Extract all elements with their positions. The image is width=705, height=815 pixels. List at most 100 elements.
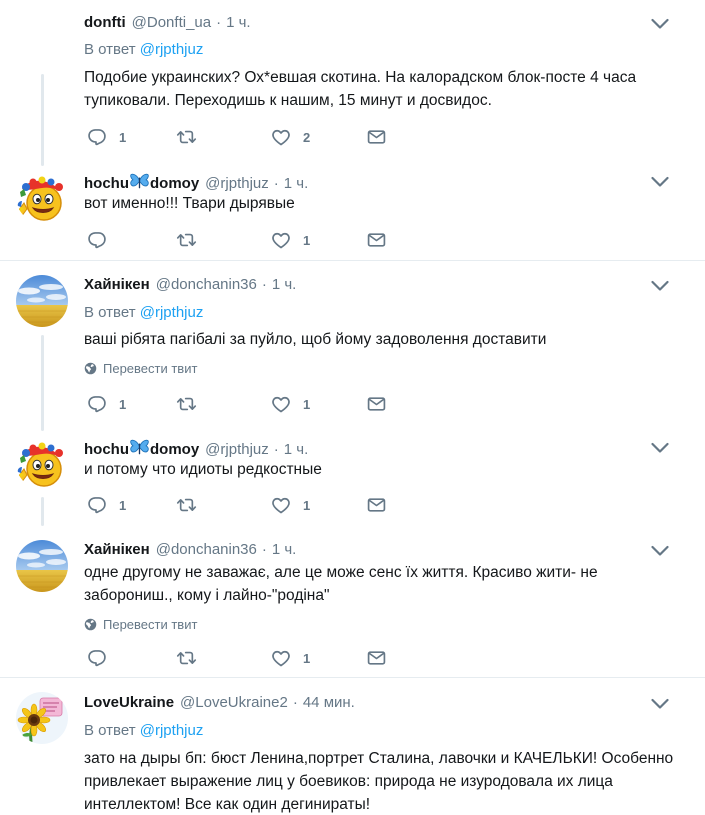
dm-button[interactable]: [366, 127, 387, 147]
fullname[interactable]: Хайнікен: [84, 276, 150, 293]
fullname[interactable]: Хайнікен: [84, 541, 150, 558]
timestamp[interactable]: 44 мин.: [303, 694, 355, 711]
username[interactable]: @LoveUkraine2: [180, 694, 288, 711]
reply-to-label: В ответ: [84, 41, 136, 58]
avatar[interactable]: [16, 540, 68, 592]
tweet-text: зато на дыры бп: бюст Ленина,портрет Ста…: [84, 750, 674, 813]
envelope-icon: [366, 127, 387, 147]
fullname[interactable]: LoveUkraine: [84, 694, 174, 711]
tweet[interactable]: donfti @Donfti_ua · 1 ч. В ответ @rjpthj…: [0, 0, 705, 166]
username[interactable]: @rjpthjuz: [205, 175, 269, 192]
avatar[interactable]: [16, 437, 68, 489]
fullname-part: hochu: [84, 175, 129, 192]
username[interactable]: @donchanin36: [156, 541, 257, 558]
translate-label: Перевести твит: [103, 361, 198, 376]
dm-button[interactable]: [366, 495, 387, 515]
separator-dot: ·: [273, 441, 279, 458]
timestamp[interactable]: 1 ч.: [272, 276, 297, 293]
like-button[interactable]: 1: [271, 495, 310, 515]
chevron-down-icon[interactable]: [651, 441, 669, 455]
chevron-down-icon[interactable]: [651, 175, 669, 189]
tweet-text: и потому что идиоты редкостные: [84, 461, 322, 478]
chevron-down-icon[interactable]: [651, 279, 669, 293]
reply-to-handle[interactable]: @rjpthjuz: [140, 41, 204, 58]
reply-to-handle[interactable]: @rjpthjuz: [140, 722, 204, 739]
separator-dot: ·: [261, 276, 267, 293]
retweet-button[interactable]: [176, 394, 197, 414]
reply-icon: [87, 495, 107, 515]
fullname[interactable]: hochu domoy: [84, 172, 199, 192]
tweet-header: donfti @Donfti_ua · 1 ч.: [84, 14, 251, 31]
timestamp[interactable]: 1 ч.: [272, 541, 297, 558]
like-count: 1: [303, 650, 311, 666]
avatar[interactable]: [16, 171, 68, 223]
retweet-button[interactable]: [176, 495, 197, 515]
chevron-down-icon[interactable]: [651, 544, 669, 558]
retweet-icon: [176, 127, 197, 147]
envelope-icon: [366, 495, 387, 515]
like-count: 1: [303, 497, 311, 513]
username[interactable]: @donchanin36: [156, 276, 257, 293]
tweet-text: одне другому не заважає, але це може сен…: [84, 564, 598, 604]
like-count: 1: [303, 232, 311, 248]
like-button[interactable]: 2: [271, 127, 310, 147]
retweet-button[interactable]: [176, 648, 197, 668]
fullname[interactable]: hochu domoy: [84, 438, 199, 458]
reply-button[interactable]: 1: [87, 394, 126, 414]
timestamp[interactable]: 1 ч.: [226, 14, 251, 31]
tweet-text: Подобие украинских? Ох*евшая скотина. На…: [84, 69, 637, 109]
retweet-button[interactable]: [176, 230, 197, 250]
chevron-down-icon[interactable]: [651, 697, 669, 711]
fullname[interactable]: donfti: [84, 14, 126, 31]
tweet[interactable]: Хайнікен @donchanin36 · 1 ч. одне другом…: [0, 526, 705, 677]
reply-to-handle[interactable]: @rjpthjuz: [140, 304, 204, 321]
tweet[interactable]: hochu domoy @rjpthjuz · 1 ч. и потому что…: [0, 431, 705, 526]
dm-button[interactable]: [366, 230, 387, 250]
reply-icon: [87, 648, 107, 668]
separator-dot: ·: [273, 175, 279, 192]
timestamp[interactable]: 1 ч.: [284, 441, 309, 458]
tweet[interactable]: LoveUkraine @LoveUkraine2 · 44 мин. В от…: [0, 678, 705, 815]
separator-dot: ·: [292, 694, 298, 711]
avatar[interactable]: [16, 275, 68, 327]
envelope-icon: [366, 230, 387, 250]
tweet-header: Хайнікен @donchanin36 · 1 ч.: [84, 541, 296, 558]
globe-icon: [84, 362, 97, 375]
dm-button[interactable]: [366, 394, 387, 414]
avatar[interactable]: [16, 692, 68, 744]
translate-link[interactable]: Перевести твит: [84, 361, 197, 376]
reply-to-line: В ответ @rjpthjuz: [84, 304, 203, 321]
like-button[interactable]: 1: [271, 230, 310, 250]
reply-count: 1: [119, 497, 127, 513]
retweet-button[interactable]: [176, 127, 197, 147]
reply-to-line: В ответ @rjpthjuz: [84, 41, 203, 58]
fullname-part: domoy: [150, 441, 200, 458]
heart-icon: [271, 648, 291, 668]
timestamp[interactable]: 1 ч.: [284, 175, 309, 192]
like-button[interactable]: 1: [271, 648, 310, 668]
retweet-icon: [176, 230, 197, 250]
retweet-icon: [176, 648, 197, 668]
tweet[interactable]: Хайнікен @donchanin36 · 1 ч. В ответ @rj…: [0, 261, 705, 431]
reply-button[interactable]: 1: [87, 127, 126, 147]
reply-to-label: В ответ: [84, 304, 136, 321]
like-button[interactable]: 1: [271, 394, 310, 414]
reply-button[interactable]: [87, 230, 107, 250]
tweet[interactable]: hochu domoy @rjpthjuz · 1 ч. вот именно!!…: [0, 165, 705, 260]
username[interactable]: @rjpthjuz: [205, 441, 269, 458]
butterfly-icon: [130, 438, 149, 457]
retweet-icon: [176, 394, 197, 414]
dm-button[interactable]: [366, 648, 387, 668]
translate-link[interactable]: Перевести твит: [84, 617, 197, 632]
like-count: 1: [303, 396, 311, 412]
heart-icon: [271, 394, 291, 414]
reply-button[interactable]: [87, 648, 107, 668]
tweet-header: hochu domoy @rjpthjuz · 1 ч.: [84, 172, 308, 192]
reply-button[interactable]: 1: [87, 495, 126, 515]
like-count: 2: [303, 129, 311, 145]
fullname-part: hochu: [84, 441, 129, 458]
username[interactable]: @Donfti_ua: [132, 14, 211, 31]
chevron-down-icon[interactable]: [651, 17, 669, 31]
separator-dot: ·: [261, 541, 267, 558]
reply-to-line: В ответ @rjpthjuz: [84, 722, 203, 739]
